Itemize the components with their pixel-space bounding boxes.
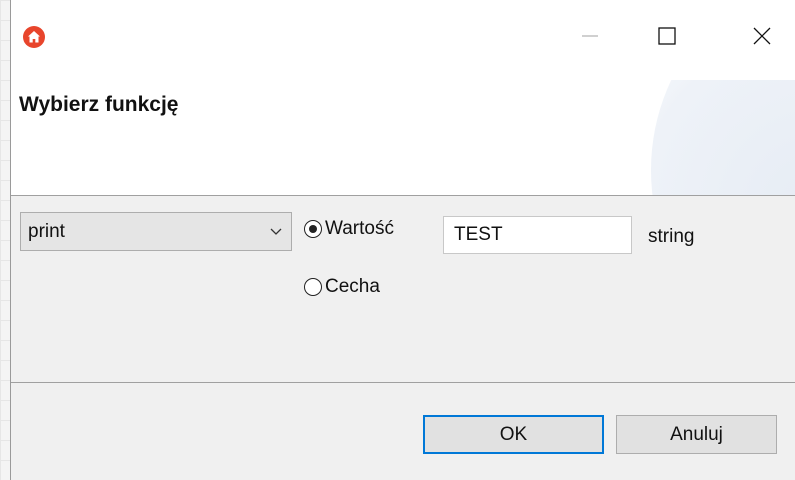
ok-button[interactable]: OK (423, 415, 604, 454)
cancel-button[interactable]: Anuluj (616, 415, 777, 454)
function-select[interactable]: print (20, 212, 292, 251)
maximize-icon (658, 27, 676, 45)
radio-value-option[interactable]: Wartość (304, 218, 394, 240)
app-home-icon (23, 26, 45, 48)
close-button[interactable] (733, 0, 791, 72)
value-input[interactable]: TEST (443, 216, 632, 254)
function-select-value: print (28, 221, 65, 242)
minimize-button[interactable] (561, 0, 619, 72)
close-icon (753, 27, 771, 45)
type-label: string (648, 226, 695, 247)
maximize-button[interactable] (638, 0, 696, 72)
title-bar (11, 0, 795, 80)
dialog-window: Wybierz funkcję print Wartość Cecha TEST… (10, 0, 795, 480)
radio-value-label: Wartość (325, 218, 394, 239)
dialog-header: Wybierz funkcję (11, 80, 795, 196)
dialog-content: print Wartość Cecha TEST string (11, 196, 795, 383)
chevron-down-icon (270, 228, 282, 235)
radio-trait-button[interactable] (304, 278, 322, 296)
radio-value-button[interactable] (304, 220, 322, 238)
header-decoration (651, 80, 795, 195)
radio-trait-option[interactable]: Cecha (304, 276, 380, 298)
minimize-icon (582, 35, 598, 37)
radio-trait-label: Cecha (325, 276, 380, 297)
dialog-title: Wybierz funkcję (19, 93, 179, 116)
dialog-footer: OK Anuluj (11, 383, 795, 480)
